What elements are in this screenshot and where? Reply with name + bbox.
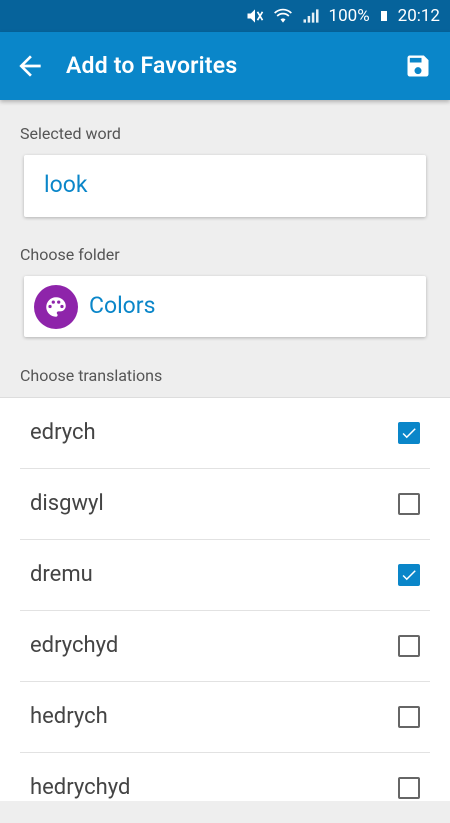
translations-list: edrych disgwyl dremu edrychyd hedrych he… xyxy=(0,397,450,801)
selected-word-field[interactable]: look xyxy=(24,155,426,217)
translation-label: hedrychyd xyxy=(30,775,131,800)
save-icon[interactable] xyxy=(404,52,432,80)
translation-label: hedrych xyxy=(30,704,108,729)
checkbox[interactable] xyxy=(398,706,420,728)
checkbox[interactable] xyxy=(398,493,420,515)
list-item[interactable]: edrychyd xyxy=(20,611,430,682)
list-item[interactable]: disgwyl xyxy=(20,469,430,540)
selected-word-label: Selected word xyxy=(20,124,121,143)
signal-icon xyxy=(303,9,319,23)
checkbox[interactable] xyxy=(398,777,420,799)
translation-label: edrych xyxy=(30,420,96,445)
folder-selector[interactable]: Colors xyxy=(24,276,426,337)
list-item[interactable]: dremu xyxy=(20,540,430,611)
wifi-icon xyxy=(273,8,292,23)
back-arrow-icon[interactable] xyxy=(14,50,46,82)
list-item[interactable]: hedrychyd xyxy=(20,753,430,823)
page-title: Add to Favorites xyxy=(66,52,238,79)
translation-label: edrychyd xyxy=(30,633,119,658)
checkbox[interactable] xyxy=(398,635,420,657)
folder-name: Colors xyxy=(89,292,156,319)
translation-label: disgwyl xyxy=(30,491,104,516)
checkbox-checked[interactable] xyxy=(398,422,420,444)
checkbox-checked[interactable] xyxy=(398,564,420,586)
list-item[interactable]: edrych xyxy=(20,398,430,469)
status-icons: 100% 20:12 xyxy=(245,0,440,32)
status-bar: 100% 20:12 xyxy=(0,0,450,32)
battery-percent: 100% xyxy=(328,6,370,26)
choose-folder-label: Choose folder xyxy=(20,245,120,264)
translation-label: dremu xyxy=(30,562,93,587)
mute-icon xyxy=(247,9,263,23)
app-bar: Add to Favorites xyxy=(0,32,450,100)
choose-translations-label: Choose translations xyxy=(20,366,163,385)
list-item[interactable]: hedrych xyxy=(20,682,430,753)
clock: 20:12 xyxy=(397,6,440,26)
palette-icon xyxy=(34,285,78,329)
selected-word-value: look xyxy=(44,171,88,198)
battery-icon xyxy=(380,11,387,21)
